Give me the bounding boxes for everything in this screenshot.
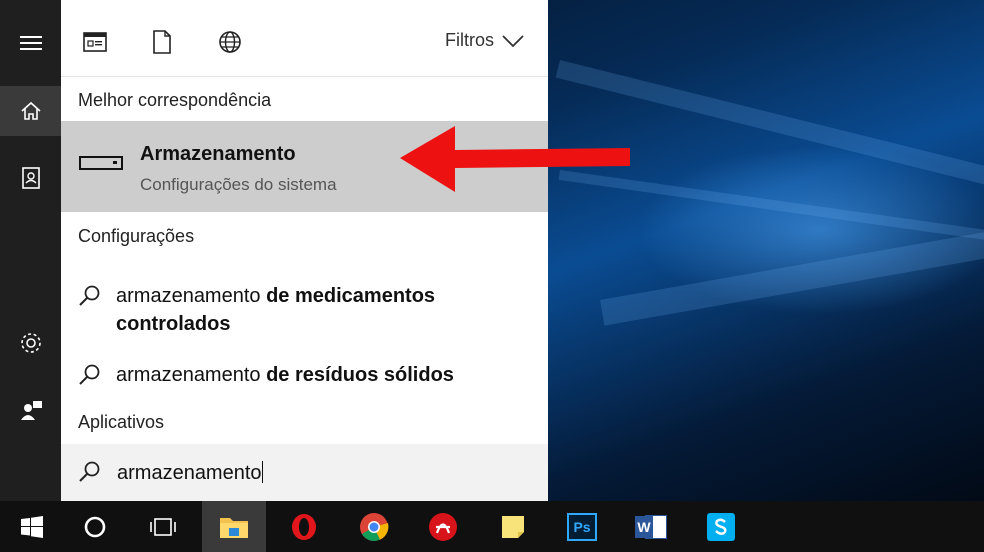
suggestion-completion: de resíduos sólidos <box>266 364 454 386</box>
search-filter-bar: Filtros <box>61 0 548 77</box>
suggestion-item[interactable]: armazenamento de medicamentos controlado… <box>78 282 435 338</box>
feedback-icon[interactable] <box>0 386 61 436</box>
annotation-arrow-icon <box>400 126 630 192</box>
chevron-down-icon <box>502 34 524 47</box>
suggestion-completion: controlados <box>116 313 231 335</box>
opera-icon[interactable] <box>272 501 336 552</box>
start-left-rail <box>0 0 61 501</box>
search-query: armazenamento <box>117 462 262 484</box>
search-icon <box>79 285 100 306</box>
text-caret <box>261 461 263 483</box>
photoshop-label: Ps <box>573 518 591 535</box>
file-explorer-icon[interactable] <box>202 501 266 552</box>
documents-filter-icon[interactable] <box>148 28 176 56</box>
chrome-icon[interactable] <box>342 501 406 552</box>
taskbar: Ps W <box>0 501 984 552</box>
word-label: W <box>637 518 651 535</box>
word-icon[interactable]: W <box>619 501 683 552</box>
apps-filter-icon[interactable] <box>81 28 109 56</box>
suggestion-completion: de medicamentos <box>266 285 436 307</box>
sticky-notes-icon[interactable] <box>481 501 545 552</box>
acrobat-icon[interactable] <box>411 501 475 552</box>
search-icon <box>79 364 100 385</box>
cortana-icon[interactable] <box>63 501 127 552</box>
suggestion-typed: armazenamento <box>116 364 261 386</box>
photoshop-icon[interactable]: Ps <box>550 501 614 552</box>
best-match-header: Melhor correspondência <box>78 90 272 110</box>
search-icon <box>79 461 100 482</box>
best-match-title: Armazenamento <box>140 143 296 165</box>
storage-drive-icon <box>79 156 123 170</box>
suggestion-item[interactable]: armazenamento de resíduos sólidos <box>78 361 454 389</box>
suggestion-typed: armazenamento <box>116 285 261 307</box>
search-input[interactable]: armazenamento <box>117 461 263 485</box>
settings-header: Configurações <box>78 226 195 246</box>
gear-icon[interactable] <box>0 318 61 368</box>
search-panel: Filtros Melhor correspondência Armazenam… <box>61 0 548 501</box>
filters-dropdown[interactable]: Filtros <box>445 30 524 51</box>
best-match-subtitle: Configurações do sistema <box>140 175 337 194</box>
apps-header: Aplicativos <box>78 412 165 432</box>
search-box[interactable]: armazenamento <box>61 444 548 501</box>
skype-icon[interactable] <box>689 501 753 552</box>
light-beam <box>600 230 984 326</box>
home-icon[interactable] <box>0 86 61 136</box>
menu-icon[interactable] <box>0 18 61 68</box>
task-view-icon[interactable] <box>131 501 195 552</box>
filters-label: Filtros <box>445 30 494 50</box>
notebook-icon[interactable] <box>0 153 61 203</box>
web-filter-icon[interactable] <box>216 28 244 56</box>
windows-start-icon[interactable] <box>0 501 64 552</box>
